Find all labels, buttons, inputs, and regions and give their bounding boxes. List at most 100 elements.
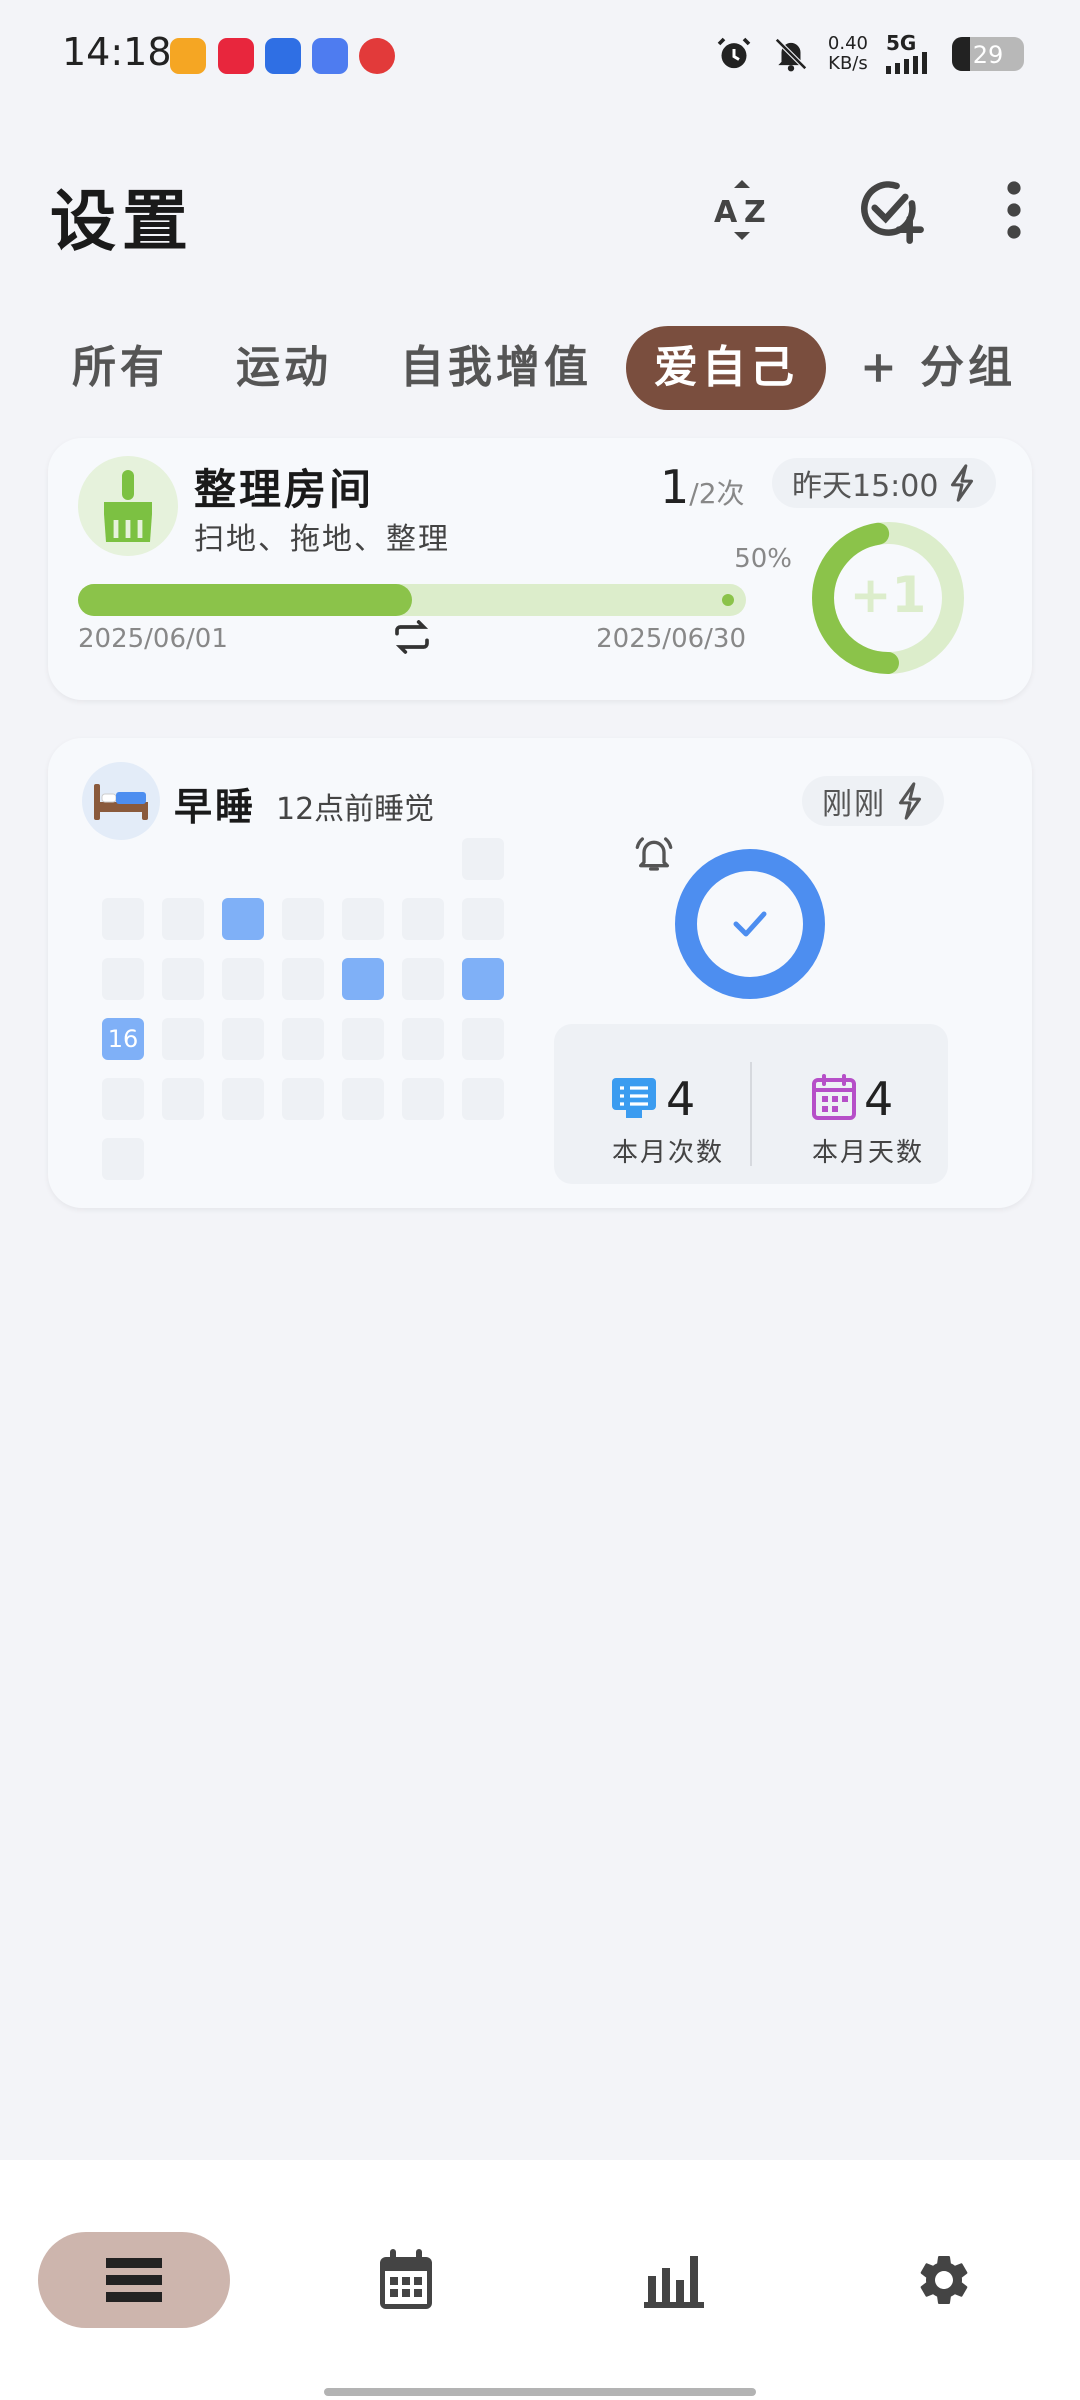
nav-list[interactable] — [38, 2232, 230, 2328]
calendar-day[interactable] — [462, 1018, 504, 1060]
nav-settings[interactable] — [848, 2232, 1040, 2328]
habit-card-tidy-room[interactable]: 整理房间 扫地、拖地、整理 1/2次 50% 2025/06/01 2025/0… — [48, 438, 1032, 700]
calendar-day[interactable] — [402, 1078, 444, 1120]
cell-signal: 5G — [886, 33, 934, 74]
calendar-day[interactable] — [342, 898, 384, 940]
progress-end-dot — [722, 594, 734, 606]
start-date: 2025/06/01 — [78, 624, 228, 654]
last-checkin-time: 昨天15:00 — [792, 469, 939, 504]
calendar-day[interactable] — [222, 1018, 264, 1060]
checkmark-icon — [733, 911, 767, 937]
calendar-day-checked[interactable] — [342, 958, 384, 1000]
habit-description: 扫地、拖地、整理 — [194, 522, 450, 557]
calendar-day[interactable] — [402, 1018, 444, 1060]
nav-calendar[interactable] — [310, 2232, 502, 2328]
calendar-day[interactable] — [342, 1078, 384, 1120]
repeat-icon — [395, 620, 429, 654]
add-habit-button[interactable] — [850, 170, 930, 250]
calendar-day[interactable] — [282, 1018, 324, 1060]
month-times-value: 4 — [666, 1072, 696, 1126]
calendar-day[interactable] — [462, 838, 504, 880]
calendar-count-icon — [812, 1074, 856, 1120]
lightning-icon — [898, 782, 922, 820]
last-checkin-badge: 刚刚 — [802, 776, 944, 826]
calendar-day[interactable] — [462, 1078, 504, 1120]
calendar-day[interactable] — [282, 958, 324, 1000]
sort-az-icon: AZ — [714, 180, 766, 240]
checkin-ring-button[interactable] — [674, 848, 826, 1000]
checkin-ring-button[interactable]: +1 — [810, 520, 966, 676]
more-options-button[interactable] — [974, 170, 1054, 250]
nav-stats[interactable] — [578, 2232, 770, 2328]
tab-sport[interactable]: 运动 — [208, 326, 360, 410]
calendar-today[interactable]: 16 — [102, 1018, 144, 1060]
last-checkin-badge: 昨天15:00 — [772, 458, 997, 508]
alarm-icon — [717, 37, 751, 69]
stats-divider — [750, 1062, 752, 1166]
svg-text:A: A — [714, 195, 738, 230]
mute-bell-icon — [774, 38, 807, 72]
list-count-icon — [612, 1078, 656, 1118]
calendar-day[interactable] — [162, 958, 204, 1000]
add-group-tab[interactable]: + 分组 — [832, 326, 1044, 410]
calendar-day[interactable] — [342, 1018, 384, 1060]
app-notification-icon — [359, 38, 395, 74]
mail-notification-icon — [312, 38, 348, 74]
settings-gear-icon — [920, 2256, 968, 2304]
page-title: 设置 — [50, 182, 194, 260]
calendar-day[interactable] — [462, 898, 504, 940]
habit-name: 整理房间 — [194, 465, 375, 514]
net-speed: 0.40 KB/s — [827, 33, 868, 74]
stats-icon — [644, 2256, 704, 2308]
completed-ring — [675, 849, 825, 999]
bottom-navigation — [0, 2160, 1080, 2400]
calendar-day-checked[interactable] — [222, 898, 264, 940]
app-notification-icon — [265, 38, 301, 74]
home-indicator[interactable] — [324, 2388, 756, 2396]
end-date: 2025/06/30 — [596, 624, 746, 654]
month-stats-panel: 4 本月次数 4 本月天数 — [554, 1024, 948, 1184]
calendar-day[interactable] — [282, 1078, 324, 1120]
app-notification-icon — [170, 38, 206, 74]
calendar-day[interactable] — [282, 898, 324, 940]
calendar-day[interactable] — [162, 898, 204, 940]
lightning-icon — [951, 464, 974, 502]
habit-percent: 50% — [734, 544, 792, 574]
svg-text:Z: Z — [744, 195, 766, 230]
app-notification-icon — [218, 38, 254, 74]
habit-card-early-sleep[interactable]: 早睡 12点前睡觉 刚刚 16 4 本月次数 4 本月天数 — [48, 738, 1032, 1208]
sort-az-button[interactable]: AZ — [702, 170, 782, 250]
status-time: 14:18 — [62, 30, 172, 74]
tab-self-improve[interactable]: 自我增值 — [372, 326, 620, 410]
signal-icon — [886, 52, 927, 74]
calendar-day[interactable] — [102, 1078, 144, 1120]
calendar-day-checked[interactable] — [462, 958, 504, 1000]
habit-count: 1/2次 — [660, 460, 745, 514]
calendar-day[interactable] — [402, 898, 444, 940]
month-times-label: 本月次数 — [612, 1138, 725, 1168]
habit-count-done: 1 — [660, 460, 690, 514]
habit-count-goal: /2次 — [689, 477, 745, 510]
month-days-label: 本月天数 — [812, 1138, 925, 1168]
battery-indicator: 29 — [952, 37, 1024, 71]
calendar-heatmap: 16 — [48, 738, 608, 1208]
plus-one-label: +1 — [849, 566, 927, 624]
calendar-day[interactable] — [102, 958, 144, 1000]
calendar-day[interactable] — [222, 1078, 264, 1120]
calendar-day[interactable] — [102, 1138, 144, 1180]
calendar-day[interactable] — [102, 898, 144, 940]
tab-love-self[interactable]: 爱自己 — [626, 326, 826, 410]
calendar-day[interactable] — [162, 1078, 204, 1120]
calendar-day[interactable] — [402, 958, 444, 1000]
calendar-day[interactable] — [162, 1018, 204, 1060]
status-indicators: 0.40 KB/s 5G 29 — [714, 33, 1024, 74]
more-vert-icon — [1007, 181, 1021, 239]
group-tabs: 所有 运动 自我增值 爱自己 + 分组 — [44, 326, 1044, 410]
broom-icon — [104, 470, 152, 542]
calendar-day[interactable] — [222, 958, 264, 1000]
tab-all[interactable]: 所有 — [44, 326, 196, 410]
add-habit-icon — [861, 181, 924, 244]
last-checkin-time: 刚刚 — [822, 787, 886, 822]
list-icon — [106, 2258, 162, 2302]
progress-fill — [78, 584, 412, 616]
